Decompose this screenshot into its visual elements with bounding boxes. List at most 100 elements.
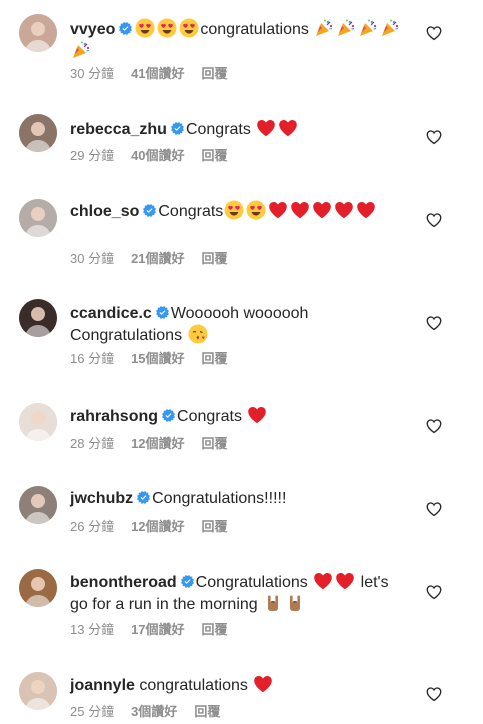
rock-hand-emoji	[263, 593, 283, 613]
comment-meta: 30 分鐘 41個讚好 回覆	[70, 63, 245, 82]
red-heart-emoji	[278, 118, 298, 138]
comment-text: benontheroad Congratulations let's go for…	[70, 571, 410, 615]
avatar[interactable]	[19, 14, 57, 52]
likes-count[interactable]: 15個讚好	[131, 351, 184, 366]
reply-button[interactable]: 回覆	[202, 351, 228, 366]
username-link[interactable]: rebecca_zhu	[70, 121, 167, 138]
party-popper-emoji	[358, 18, 378, 38]
heart-eyes-emoji	[246, 200, 266, 220]
red-heart-emoji	[312, 200, 332, 220]
red-heart-emoji	[356, 200, 376, 220]
avatar[interactable]	[19, 299, 57, 337]
likes-count[interactable]: 12個讚好	[131, 519, 184, 534]
comment-text: rebecca_zhu Congrats	[70, 118, 410, 140]
heart-outline-icon[interactable]	[425, 500, 443, 518]
comment-body-text: congratulations	[200, 21, 314, 38]
likes-count[interactable]: 3個讚好	[131, 704, 177, 719]
heart-outline-icon[interactable]	[425, 211, 443, 229]
avatar[interactable]	[19, 403, 57, 441]
comment-body-text: Congratulations!!!!!	[152, 490, 287, 507]
verified-badge-icon	[137, 491, 151, 504]
timestamp[interactable]: 26 分鐘	[70, 519, 114, 534]
comment-body-text: congratulations	[139, 677, 253, 694]
comment-text: vvyeo congratulations	[70, 18, 410, 62]
username-link[interactable]: chloe_so	[70, 203, 139, 220]
verified-badge-icon	[155, 306, 169, 319]
red-heart-emoji	[268, 200, 288, 220]
comment-body-text: Congratulations	[195, 574, 313, 591]
timestamp[interactable]: 30 分鐘	[70, 251, 114, 266]
heart-eyes-emoji	[224, 200, 244, 220]
likes-count[interactable]: 12個讚好	[131, 436, 184, 451]
rock-hand-emoji	[285, 593, 305, 613]
red-heart-emoji	[335, 571, 355, 591]
heart-outline-icon[interactable]	[425, 314, 443, 332]
verified-badge-icon	[170, 122, 184, 135]
comment-text: chloe_so Congrats	[70, 200, 410, 222]
verified-badge-icon	[162, 409, 176, 422]
username-link[interactable]: jwchubz	[70, 490, 133, 507]
comment-meta: 28 分鐘 12個讚好 回覆	[70, 433, 245, 452]
timestamp[interactable]: 28 分鐘	[70, 436, 114, 451]
red-heart-emoji	[256, 118, 276, 138]
heart-outline-icon[interactable]	[425, 24, 443, 42]
comment-meta: 30 分鐘 21個讚好 回覆	[70, 248, 245, 267]
comment-body-text: Congrats	[185, 121, 256, 138]
reply-button[interactable]: 回覆	[202, 66, 228, 81]
comment-meta: 25 分鐘 3個讚好 回覆	[70, 701, 237, 720]
reply-button[interactable]: 回覆	[202, 622, 228, 637]
heart-outline-icon[interactable]	[425, 417, 443, 435]
comment-text: joannyle congratulations	[70, 674, 410, 696]
comment-meta: 13 分鐘 17個讚好 回覆	[70, 619, 245, 638]
heart-outline-icon[interactable]	[425, 128, 443, 146]
party-popper-emoji	[380, 18, 400, 38]
heart-eyes-emoji	[157, 18, 177, 38]
timestamp[interactable]: 30 分鐘	[70, 66, 114, 81]
comment-meta: 16 分鐘 15個讚好 回覆	[70, 348, 245, 367]
timestamp[interactable]: 25 分鐘	[70, 704, 114, 719]
username-link[interactable]: ccandice.c	[70, 305, 152, 322]
reply-button[interactable]: 回覆	[202, 436, 228, 451]
red-heart-emoji	[247, 405, 267, 425]
verified-badge-icon	[143, 204, 157, 217]
red-heart-emoji	[313, 571, 333, 591]
reply-button[interactable]: 回覆	[202, 251, 228, 266]
comment-text: ccandice.c Woooooh woooooh Congratulation…	[70, 303, 410, 346]
party-popper-emoji	[336, 18, 356, 38]
avatar[interactable]	[19, 114, 57, 152]
likes-count[interactable]: 41個讚好	[131, 66, 184, 81]
heart-outline-icon[interactable]	[425, 685, 443, 703]
heart-outline-icon[interactable]	[425, 583, 443, 601]
party-popper-emoji	[314, 18, 334, 38]
comment-text: rahrahsong Congrats	[70, 405, 410, 427]
comment-meta: 29 分鐘 40個讚好 回覆	[70, 145, 245, 164]
username-link[interactable]: joannyle	[70, 677, 135, 694]
avatar[interactable]	[19, 569, 57, 607]
verified-badge-icon	[119, 22, 133, 35]
likes-count[interactable]: 21個讚好	[131, 251, 184, 266]
kiss-emoji	[188, 324, 208, 344]
heart-eyes-emoji	[135, 18, 155, 38]
timestamp[interactable]: 16 分鐘	[70, 351, 114, 366]
likes-count[interactable]: 40個讚好	[131, 148, 184, 163]
timestamp[interactable]: 29 分鐘	[70, 148, 114, 163]
red-heart-emoji	[334, 200, 354, 220]
reply-button[interactable]: 回覆	[202, 148, 228, 163]
likes-count[interactable]: 17個讚好	[131, 622, 184, 637]
heart-eyes-emoji	[179, 18, 199, 38]
comment-meta: 26 分鐘 12個讚好 回覆	[70, 516, 245, 535]
username-link[interactable]: vvyeo	[70, 21, 115, 38]
reply-button[interactable]: 回覆	[194, 704, 220, 719]
avatar[interactable]	[19, 672, 57, 710]
avatar[interactable]	[19, 486, 57, 524]
red-heart-emoji	[253, 674, 273, 694]
comment-text: jwchubz Congratulations!!!!!	[70, 488, 410, 509]
red-heart-emoji	[290, 200, 310, 220]
avatar[interactable]	[19, 199, 57, 237]
party-popper-emoji	[71, 40, 91, 60]
timestamp[interactable]: 13 分鐘	[70, 622, 114, 637]
verified-badge-icon	[180, 575, 194, 588]
username-link[interactable]: benontheroad	[70, 574, 177, 591]
reply-button[interactable]: 回覆	[202, 519, 228, 534]
username-link[interactable]: rahrahsong	[70, 408, 158, 425]
